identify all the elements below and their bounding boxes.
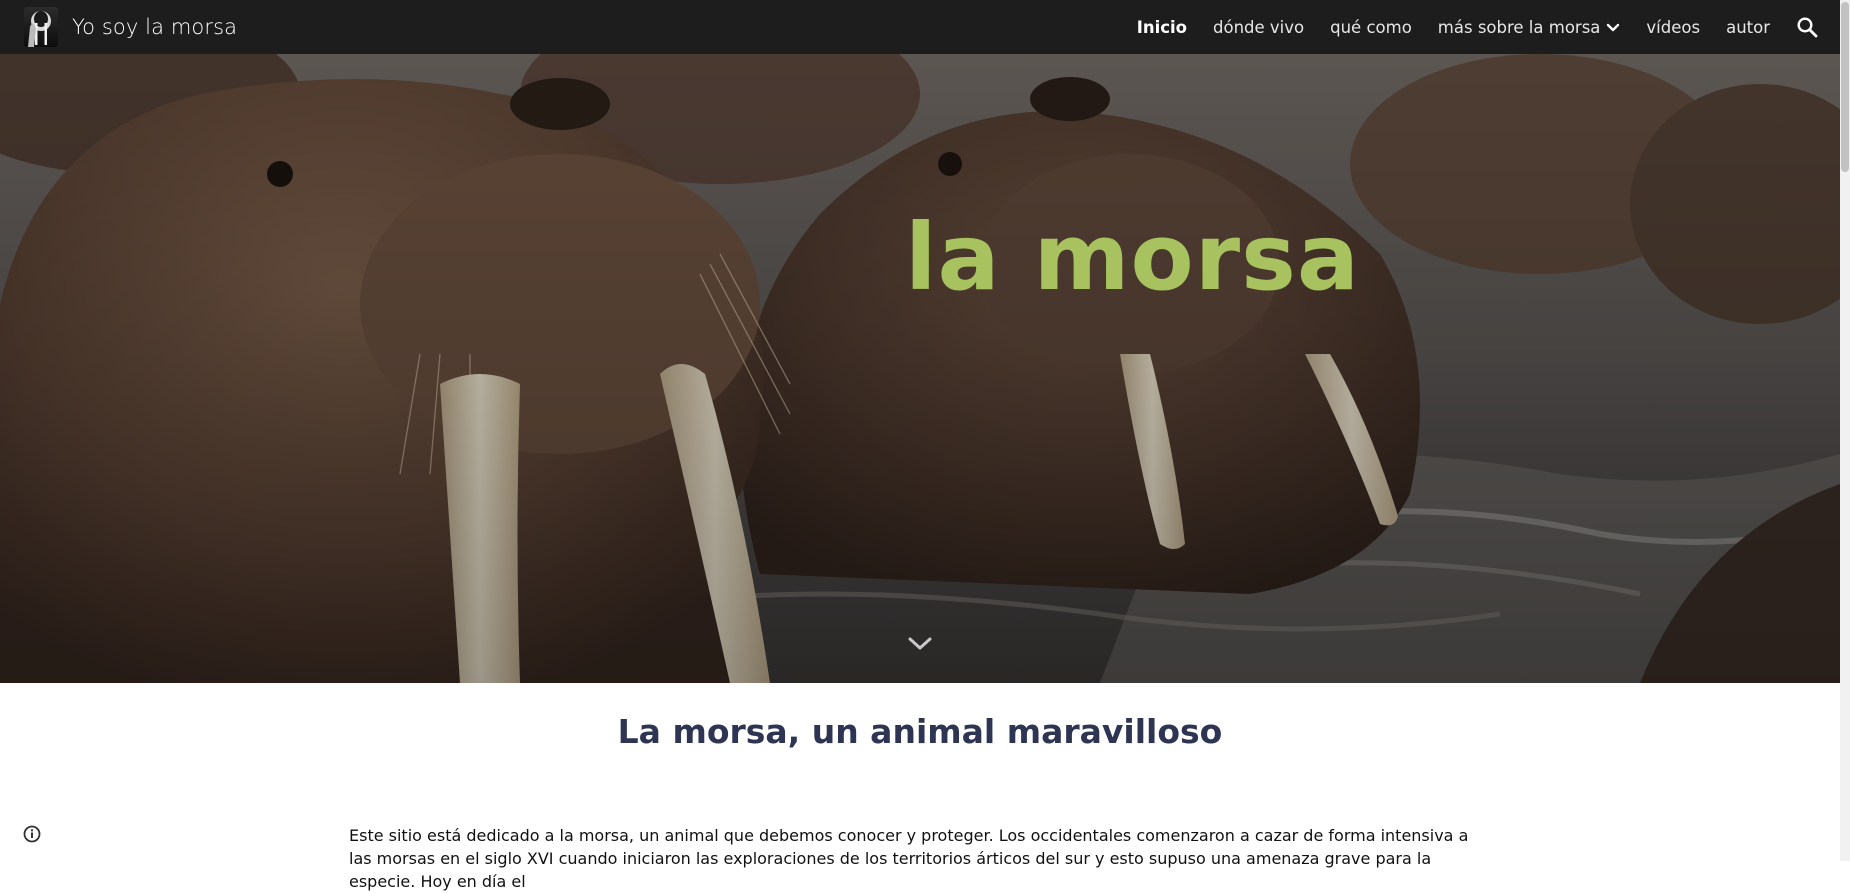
section-heading: La morsa, un animal maravilloso [617, 712, 1223, 751]
search-icon[interactable] [1796, 16, 1818, 38]
main-nav: Inicio dónde vivo qué como más sobre la … [1111, 0, 1840, 54]
hero-walrus-image [0, 54, 1840, 683]
hero-banner: la morsa [0, 54, 1840, 683]
scrollbar-thumb[interactable] [1841, 2, 1849, 172]
intro-paragraph: Este sitio está dedicado a la morsa, un … [349, 826, 1469, 891]
nav-item-donde-vivo[interactable]: dónde vivo [1213, 18, 1304, 37]
hero-title: la morsa [905, 204, 1360, 311]
nav-item-autor[interactable]: autor [1726, 18, 1770, 37]
top-navigation-bar: Yo soy la morsa Inicio dónde vivo qué co… [0, 0, 1840, 54]
info-icon[interactable] [22, 824, 42, 844]
nav-item-inicio[interactable]: Inicio [1137, 18, 1187, 37]
nav-item-que-como[interactable]: qué como [1330, 18, 1412, 37]
site-brand[interactable]: Yo soy la morsa [24, 7, 237, 47]
nav-item-label: más sobre la morsa [1437, 17, 1601, 37]
page-scrollbar[interactable] [1840, 0, 1850, 861]
chevron-down-icon[interactable] [1606, 18, 1620, 37]
nav-item-videos[interactable]: vídeos [1646, 18, 1700, 37]
walrus-logo-icon[interactable] [24, 7, 58, 47]
nav-item-mas-sobre-la-morsa[interactable]: más sobre la morsa [1438, 18, 1621, 37]
chevron-down-icon[interactable] [906, 634, 934, 654]
site-title[interactable]: Yo soy la morsa [72, 15, 237, 39]
